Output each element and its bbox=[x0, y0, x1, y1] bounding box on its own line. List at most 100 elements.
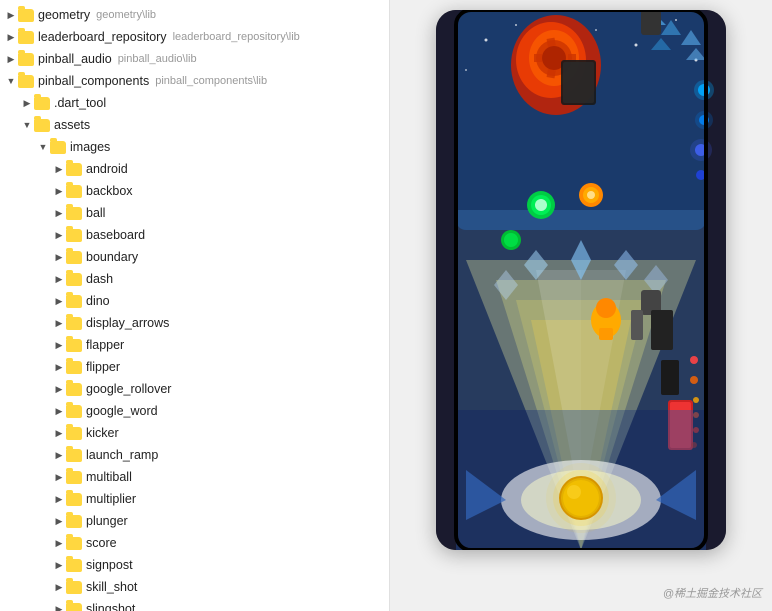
expand-arrow-closed[interactable] bbox=[52, 316, 66, 330]
expand-arrow-closed[interactable] bbox=[52, 184, 66, 198]
folder-icon bbox=[66, 361, 82, 374]
expand-arrow-closed[interactable] bbox=[52, 514, 66, 528]
folder-icon bbox=[66, 339, 82, 352]
folder-icon bbox=[34, 97, 50, 110]
tree-item-baseboard[interactable]: baseboard bbox=[0, 224, 389, 246]
tree-item-label: dino bbox=[86, 294, 110, 308]
tree-item-label: google_rollover bbox=[86, 382, 171, 396]
tree-item-ball[interactable]: ball bbox=[0, 202, 389, 224]
tree-item-label: launch_ramp bbox=[86, 448, 158, 462]
tree-item-score[interactable]: score bbox=[0, 532, 389, 554]
expand-arrow-closed[interactable] bbox=[52, 536, 66, 550]
expand-arrow-closed[interactable] bbox=[52, 294, 66, 308]
folder-icon bbox=[66, 185, 82, 198]
tree-item-label: flapper bbox=[86, 338, 124, 352]
expand-arrow-closed[interactable] bbox=[4, 52, 18, 66]
tree-item-dart_tool[interactable]: .dart_tool bbox=[0, 92, 389, 114]
tree-item-dino[interactable]: dino bbox=[0, 290, 389, 312]
folder-icon bbox=[66, 449, 82, 462]
tree-item-pinball_components[interactable]: pinball_componentspinball_components\lib bbox=[0, 70, 389, 92]
tree-item-slingshot[interactable]: slingshot bbox=[0, 598, 389, 611]
tree-item-label: plunger bbox=[86, 514, 128, 528]
folder-icon bbox=[18, 9, 34, 22]
tree-item-images[interactable]: images bbox=[0, 136, 389, 158]
folder-icon bbox=[66, 163, 82, 176]
expand-arrow-open[interactable] bbox=[20, 118, 34, 132]
folder-icon bbox=[66, 515, 82, 528]
folder-icon bbox=[66, 559, 82, 572]
tree-item-label: android bbox=[86, 162, 128, 176]
tree-item-display_arrows[interactable]: display_arrows bbox=[0, 312, 389, 334]
expand-arrow-closed[interactable] bbox=[52, 404, 66, 418]
expand-arrow-closed[interactable] bbox=[52, 338, 66, 352]
tree-item-flipper[interactable]: flipper bbox=[0, 356, 389, 378]
folder-icon bbox=[66, 273, 82, 286]
folder-icon bbox=[66, 383, 82, 396]
tree-item-kicker[interactable]: kicker bbox=[0, 422, 389, 444]
tree-item-label: leaderboard_repository bbox=[38, 30, 167, 44]
folder-icon bbox=[66, 427, 82, 440]
tree-item-geometry_lib[interactable]: geometrygeometry\lib bbox=[0, 4, 389, 26]
tree-item-secondary-label: pinball_components\lib bbox=[155, 75, 267, 87]
tree-item-android[interactable]: android bbox=[0, 158, 389, 180]
expand-arrow-open[interactable] bbox=[36, 140, 50, 154]
expand-arrow-closed[interactable] bbox=[52, 602, 66, 611]
folder-icon bbox=[66, 603, 82, 611]
expand-arrow-closed[interactable] bbox=[52, 470, 66, 484]
tree-item-pinball_audio[interactable]: pinball_audiopinball_audio\lib bbox=[0, 48, 389, 70]
file-tree-panel: geometrygeometry\libleaderboard_reposito… bbox=[0, 0, 390, 611]
tree-item-boundary[interactable]: boundary bbox=[0, 246, 389, 268]
folder-icon bbox=[66, 317, 82, 330]
image-preview-panel: @稀土掘金技术社区 bbox=[390, 0, 772, 611]
folder-icon bbox=[66, 405, 82, 418]
expand-arrow-closed[interactable] bbox=[4, 30, 18, 44]
tree-item-assets[interactable]: assets bbox=[0, 114, 389, 136]
expand-arrow-closed[interactable] bbox=[52, 426, 66, 440]
expand-arrow-closed[interactable] bbox=[52, 580, 66, 594]
tree-item-label: google_word bbox=[86, 404, 158, 418]
tree-item-label: images bbox=[70, 140, 110, 154]
folder-icon bbox=[66, 207, 82, 220]
expand-arrow-closed[interactable] bbox=[52, 272, 66, 286]
expand-arrow-closed[interactable] bbox=[52, 360, 66, 374]
folder-icon bbox=[66, 537, 82, 550]
tree-item-google_rollover[interactable]: google_rollover bbox=[0, 378, 389, 400]
expand-arrow-closed[interactable] bbox=[52, 382, 66, 396]
tree-item-leaderboard_repository[interactable]: leaderboard_repositoryleaderboard_reposi… bbox=[0, 26, 389, 48]
tree-item-label: multiball bbox=[86, 470, 132, 484]
expand-arrow-closed[interactable] bbox=[4, 8, 18, 22]
pinball-board-preview bbox=[436, 10, 726, 550]
tree-item-label: boundary bbox=[86, 250, 138, 264]
tree-item-google_word[interactable]: google_word bbox=[0, 400, 389, 422]
expand-arrow-closed[interactable] bbox=[52, 206, 66, 220]
tree-item-label: skill_shot bbox=[86, 580, 137, 594]
expand-arrow-closed[interactable] bbox=[52, 558, 66, 572]
tree-item-skill_shot[interactable]: skill_shot bbox=[0, 576, 389, 598]
expand-arrow-closed[interactable] bbox=[52, 162, 66, 176]
folder-icon bbox=[66, 471, 82, 484]
folder-icon bbox=[66, 581, 82, 594]
tree-item-label: slingshot bbox=[86, 602, 135, 611]
tree-item-label: dash bbox=[86, 272, 113, 286]
tree-item-multiplier[interactable]: multiplier bbox=[0, 488, 389, 510]
tree-item-multiball[interactable]: multiball bbox=[0, 466, 389, 488]
expand-arrow-closed[interactable] bbox=[52, 250, 66, 264]
tree-item-plunger[interactable]: plunger bbox=[0, 510, 389, 532]
expand-arrow-closed[interactable] bbox=[52, 228, 66, 242]
tree-item-secondary-label: pinball_audio\lib bbox=[118, 53, 197, 65]
tree-item-dash[interactable]: dash bbox=[0, 268, 389, 290]
tree-item-flapper[interactable]: flapper bbox=[0, 334, 389, 356]
folder-icon bbox=[66, 251, 82, 264]
tree-item-signpost[interactable]: signpost bbox=[0, 554, 389, 576]
expand-arrow-closed[interactable] bbox=[52, 448, 66, 462]
tree-item-label: score bbox=[86, 536, 117, 550]
expand-arrow-closed[interactable] bbox=[20, 96, 34, 110]
tree-item-label: backbox bbox=[86, 184, 133, 198]
tree-item-backbox[interactable]: backbox bbox=[0, 180, 389, 202]
tree-item-label: signpost bbox=[86, 558, 133, 572]
folder-icon bbox=[66, 295, 82, 308]
expand-arrow-closed[interactable] bbox=[52, 492, 66, 506]
expand-arrow-open[interactable] bbox=[4, 74, 18, 88]
folder-icon bbox=[50, 141, 66, 154]
tree-item-launch_ramp[interactable]: launch_ramp bbox=[0, 444, 389, 466]
